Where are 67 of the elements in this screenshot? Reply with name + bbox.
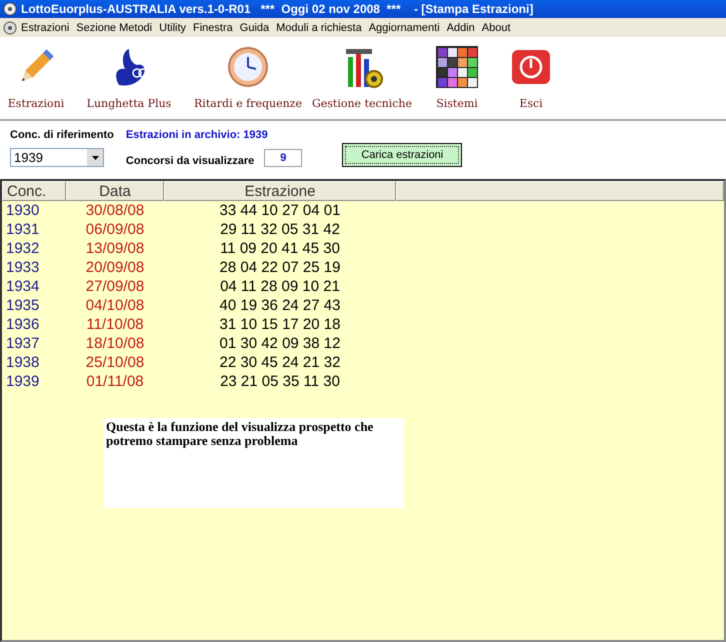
table-cell-text: 1932 — [5, 240, 40, 257]
menu-item[interactable]: Addin — [444, 22, 478, 34]
table-cell-text: 01/11/08 — [85, 373, 145, 390]
table-cell-text: 31 10 15 17 20 18 — [218, 316, 342, 333]
window-title: LottoEuorplus-AUSTRALIA vers.1-0-R01 *** Oggi 02 nov 2008 *** - [Stampa Estrazioni] — [21, 2, 534, 16]
reference-dropdown[interactable]: 1939 — [10, 148, 104, 167]
toolbar-button[interactable]: Esci — [500, 37, 562, 111]
toolbar-button[interactable]: Lunghetta Plus — [72, 37, 186, 111]
toolbar-button[interactable]: Ritardi e frequenze — [186, 37, 310, 111]
menu-item[interactable]: Moduli a richiesta — [273, 22, 365, 34]
table-cell-text: 1938 — [5, 354, 40, 371]
table-cell-text: 01 30 42 09 38 12 — [218, 335, 342, 352]
load-button[interactable]: Carica estrazioni — [342, 143, 462, 167]
archive-info: Estrazioni in archivio: 1939 — [126, 129, 269, 141]
app-icon[interactable] — [3, 20, 17, 34]
table-cell-text: 1937 — [5, 335, 40, 352]
table-cell-text: 1936 — [5, 316, 40, 333]
table-cell-text: 11/10/08 — [85, 316, 145, 333]
toolbar-button[interactable]: Sistemi — [414, 37, 500, 111]
table-cell-text: 22 30 45 24 21 32 — [218, 354, 342, 371]
table-cell-text: 20/09/08 — [84, 259, 146, 276]
table-cell-text: 1931 — [5, 221, 40, 238]
toolbar-button[interactable]: Gestione tecniche — [310, 37, 414, 111]
toolbar-label: Lunghetta Plus — [86, 97, 172, 110]
table-cell-text: 18/10/08 — [84, 335, 146, 352]
table-cell-text: 1939 — [5, 373, 40, 390]
table-cell-text: 1935 — [5, 297, 40, 314]
app-icon — [3, 2, 17, 16]
table-cell-text: 23 21 05 35 11 30 — [219, 373, 341, 390]
menu-item[interactable]: Finestra — [190, 22, 236, 34]
table-cell-text: 29 11 32 05 31 42 — [219, 221, 341, 238]
table-cell-text: 25/10/08 — [84, 354, 146, 371]
column-header[interactable]: Conc. — [2, 181, 66, 201]
note-text: Questa è la funzione del visualizza prospetto che potremo stampare senza problema — [104, 418, 404, 508]
dropdown-arrow-icon — [92, 156, 98, 160]
table-cell-text: 04/10/08 — [84, 297, 146, 314]
toolbar-label: Ritardi e frequenze — [194, 97, 302, 110]
table-cell-text: 30/08/08 — [84, 202, 146, 219]
table-cell-text: 40 19 36 24 27 43 — [218, 297, 342, 314]
menu-item[interactable]: About — [478, 22, 514, 34]
toolbar-label: Esci — [519, 97, 543, 110]
column-header[interactable]: Estrazione — [164, 181, 396, 201]
table-cell-text: 04 11 28 09 10 21 — [219, 278, 341, 295]
table-cell-text: 33 44 10 27 04 01 — [218, 202, 342, 219]
clock-icon — [226, 45, 270, 89]
toolbar-label: Sistemi — [436, 97, 478, 110]
count-field[interactable]: 9 — [264, 149, 302, 167]
toolbar-label: Gestione tecniche — [312, 97, 412, 110]
color-grid-icon — [435, 45, 479, 89]
menu-item[interactable]: Aggiornamenti — [366, 22, 443, 34]
menu-item[interactable]: Estrazioni — [18, 22, 72, 34]
table-cell-text: 28 04 22 07 25 19 — [218, 259, 342, 276]
field-label: Conc. di riferimento — [10, 129, 114, 141]
table-cell-text: 06/09/08 — [84, 221, 146, 238]
table-cell-text: 1934 — [5, 278, 40, 295]
table-cell-text: 13/09/08 — [84, 240, 146, 257]
toolbar-label: Estrazioni — [8, 97, 64, 110]
table-cell-text: 27/09/08 — [84, 278, 146, 295]
menu-item[interactable]: Guida — [236, 22, 272, 34]
table-cell-text: 11 09 20 41 45 30 — [219, 240, 341, 257]
column-header[interactable]: Data — [66, 181, 164, 201]
menu-item[interactable]: Utility — [156, 22, 190, 34]
menu-item[interactable]: Sezione Metodi — [73, 22, 156, 34]
field-label: Concorsi da visualizzare — [126, 155, 254, 167]
table-cell-text: 1930 — [5, 202, 40, 219]
toolbar-button[interactable]: Estrazioni — [0, 37, 72, 111]
table-cell-text: 1933 — [5, 259, 40, 276]
